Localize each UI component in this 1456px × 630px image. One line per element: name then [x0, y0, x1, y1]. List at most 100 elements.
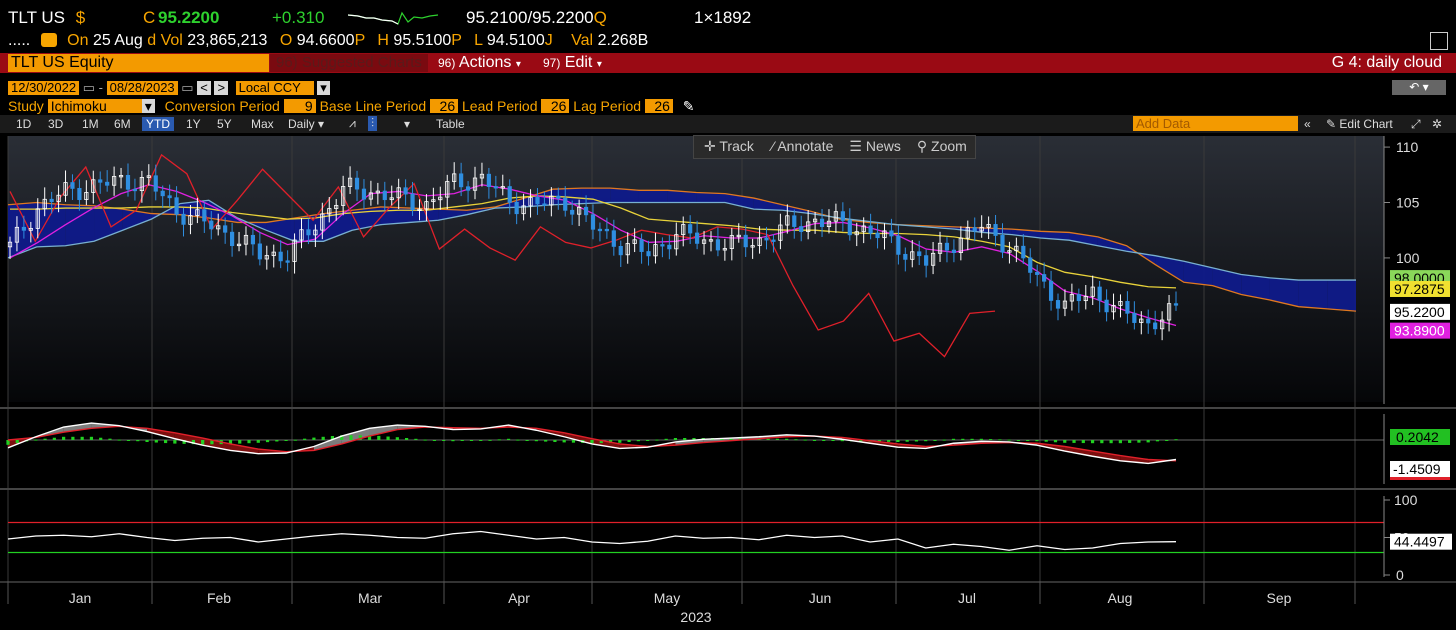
candle-body	[1035, 271, 1040, 275]
undo-redo[interactable]: ↶ ▾	[1392, 80, 1446, 95]
macd-histogram-bar	[201, 440, 205, 445]
signal-last-bar	[1390, 477, 1450, 480]
chart-area[interactable]: 10010511098.000097.287595.220093.89000.2…	[0, 134, 1456, 630]
lead-input[interactable]: 26	[541, 99, 570, 113]
chevron-down-icon[interactable]: ▾	[404, 117, 410, 131]
ticker-symbol: TLT US	[8, 8, 65, 27]
rsi-tick-label: 100	[1394, 492, 1418, 508]
macd-histogram-bar	[1026, 440, 1030, 441]
range-1m[interactable]: 1M	[82, 117, 99, 131]
range-1d[interactable]: 1D	[16, 117, 31, 131]
base-input[interactable]: 26	[430, 99, 459, 113]
macd-histogram-bar	[590, 440, 594, 444]
macd-histogram-bar	[488, 439, 492, 441]
macd-histogram-bar	[15, 440, 19, 444]
macd-histogram-bar	[321, 436, 325, 440]
study-select[interactable]: Ichimoku	[47, 99, 142, 113]
candle-body	[535, 196, 540, 205]
month-label: Feb	[207, 590, 231, 606]
edit-num: 97)	[543, 56, 561, 70]
month-label: May	[654, 590, 680, 606]
macd-histogram-bar	[265, 440, 270, 443]
macd-histogram-bar	[432, 440, 437, 441]
candle-body	[229, 231, 235, 247]
actions-label: Actions	[458, 54, 512, 71]
table-button[interactable]: Table	[436, 117, 465, 131]
macd-histogram-bar	[145, 440, 149, 442]
range-6m[interactable]: 6M	[114, 117, 131, 131]
macd-histogram-bar	[377, 435, 381, 440]
macd-histogram-bar	[905, 440, 909, 442]
candle-body	[924, 255, 929, 266]
price-change: +0.310	[272, 8, 325, 27]
range-5y[interactable]: 5Y	[217, 117, 232, 131]
suggested-charts-button[interactable]: 96) Suggested Charts	[270, 54, 428, 72]
security-field[interactable]: TLT US Equity	[8, 54, 269, 72]
macd-histogram-bar	[627, 440, 631, 442]
candle-body	[570, 209, 575, 215]
price-tick-label: 110	[1396, 139, 1419, 155]
collapse-icon[interactable]: «	[1304, 117, 1311, 131]
macd-histogram-bar	[951, 438, 956, 440]
currency-select[interactable]: Local CCY	[235, 81, 314, 95]
prev-arrow-icon[interactable]: <	[197, 81, 211, 95]
popout-icon[interactable]	[1430, 32, 1448, 50]
low-price: 94.5100	[486, 32, 545, 49]
candle-body	[944, 242, 950, 251]
macd-histogram-bar	[469, 440, 474, 441]
macd-histogram-bar	[1016, 440, 1021, 441]
track-button[interactable]: ✛ Track	[694, 136, 764, 158]
range-1y[interactable]: 1Y	[186, 117, 201, 131]
range-3d[interactable]: 3D	[48, 117, 63, 131]
calendar-icon[interactable]: ▭	[83, 80, 95, 95]
candle-body	[132, 188, 138, 192]
conversion-input[interactable]: 9	[283, 99, 316, 113]
candle-body	[896, 235, 901, 255]
open-price: 94.6600	[296, 32, 355, 49]
pencil-icon[interactable]: ✎	[683, 98, 695, 114]
next-arrow-icon[interactable]: >	[214, 81, 229, 95]
range-max[interactable]: Max	[251, 117, 274, 131]
annotate-label: Annotate	[777, 138, 834, 154]
candle-body	[181, 213, 186, 225]
chart-name: G 4: daily cloud	[1331, 54, 1442, 71]
range-ytd[interactable]: YTD	[142, 117, 174, 131]
edit-chart-button[interactable]: ✎ Edit Chart	[1326, 117, 1393, 131]
candle-chart-icon[interactable]: ⫶	[368, 116, 378, 131]
suggested-label: Suggested Charts	[301, 54, 422, 71]
macd-histogram-bar	[618, 440, 622, 443]
macd-last-label: 0.2042	[1396, 429, 1439, 445]
resize-icon[interactable]: ⤢	[1411, 117, 1421, 132]
lag-input[interactable]: 26	[644, 99, 673, 113]
edit-label: Edit	[564, 54, 593, 71]
calendar-icon[interactable]: ▭	[181, 80, 193, 95]
candle-body	[688, 224, 693, 234]
start-date[interactable]: 12/30/2022	[8, 81, 80, 95]
candle-body	[792, 215, 797, 227]
candle-body	[875, 232, 880, 239]
price-tick-label: 105	[1396, 195, 1420, 211]
line-chart-icon[interactable]: ⩘	[349, 116, 356, 131]
zoom-button[interactable]: ⚲ Zoom	[909, 136, 975, 158]
edit-menu[interactable]: 97) Edit ▾	[543, 54, 602, 72]
zoom-label: Zoom	[931, 138, 967, 154]
candle-body	[125, 175, 131, 190]
news-button[interactable]: ☰ News	[841, 136, 908, 158]
annotate-button[interactable]: ⁄ Annotate	[764, 136, 842, 158]
base-last-label: 97.2875	[1394, 281, 1445, 297]
macd-histogram-bar	[887, 440, 891, 442]
chart-tools: ✛ Track ⁄ Annotate ☰ News ⚲ Zoom	[693, 135, 976, 159]
add-data-input[interactable]: Add Data	[1133, 116, 1298, 131]
macd-fill	[341, 428, 370, 444]
end-date[interactable]: 08/28/2023	[106, 81, 178, 95]
gear-icon[interactable]: ✲	[1432, 117, 1442, 131]
chevron-down-icon[interactable]: ▾	[317, 81, 330, 95]
macd-histogram-bar	[1053, 440, 1058, 443]
actions-menu[interactable]: 96) Actions ▾	[438, 54, 521, 72]
candle-body	[590, 214, 596, 230]
price-tick-label: 100	[1396, 250, 1420, 266]
period-select[interactable]: Daily ▾	[288, 117, 324, 131]
macd-histogram-bar	[497, 439, 501, 441]
chevron-down-icon[interactable]: ▾	[141, 99, 155, 113]
macd-histogram-bar	[479, 440, 483, 441]
